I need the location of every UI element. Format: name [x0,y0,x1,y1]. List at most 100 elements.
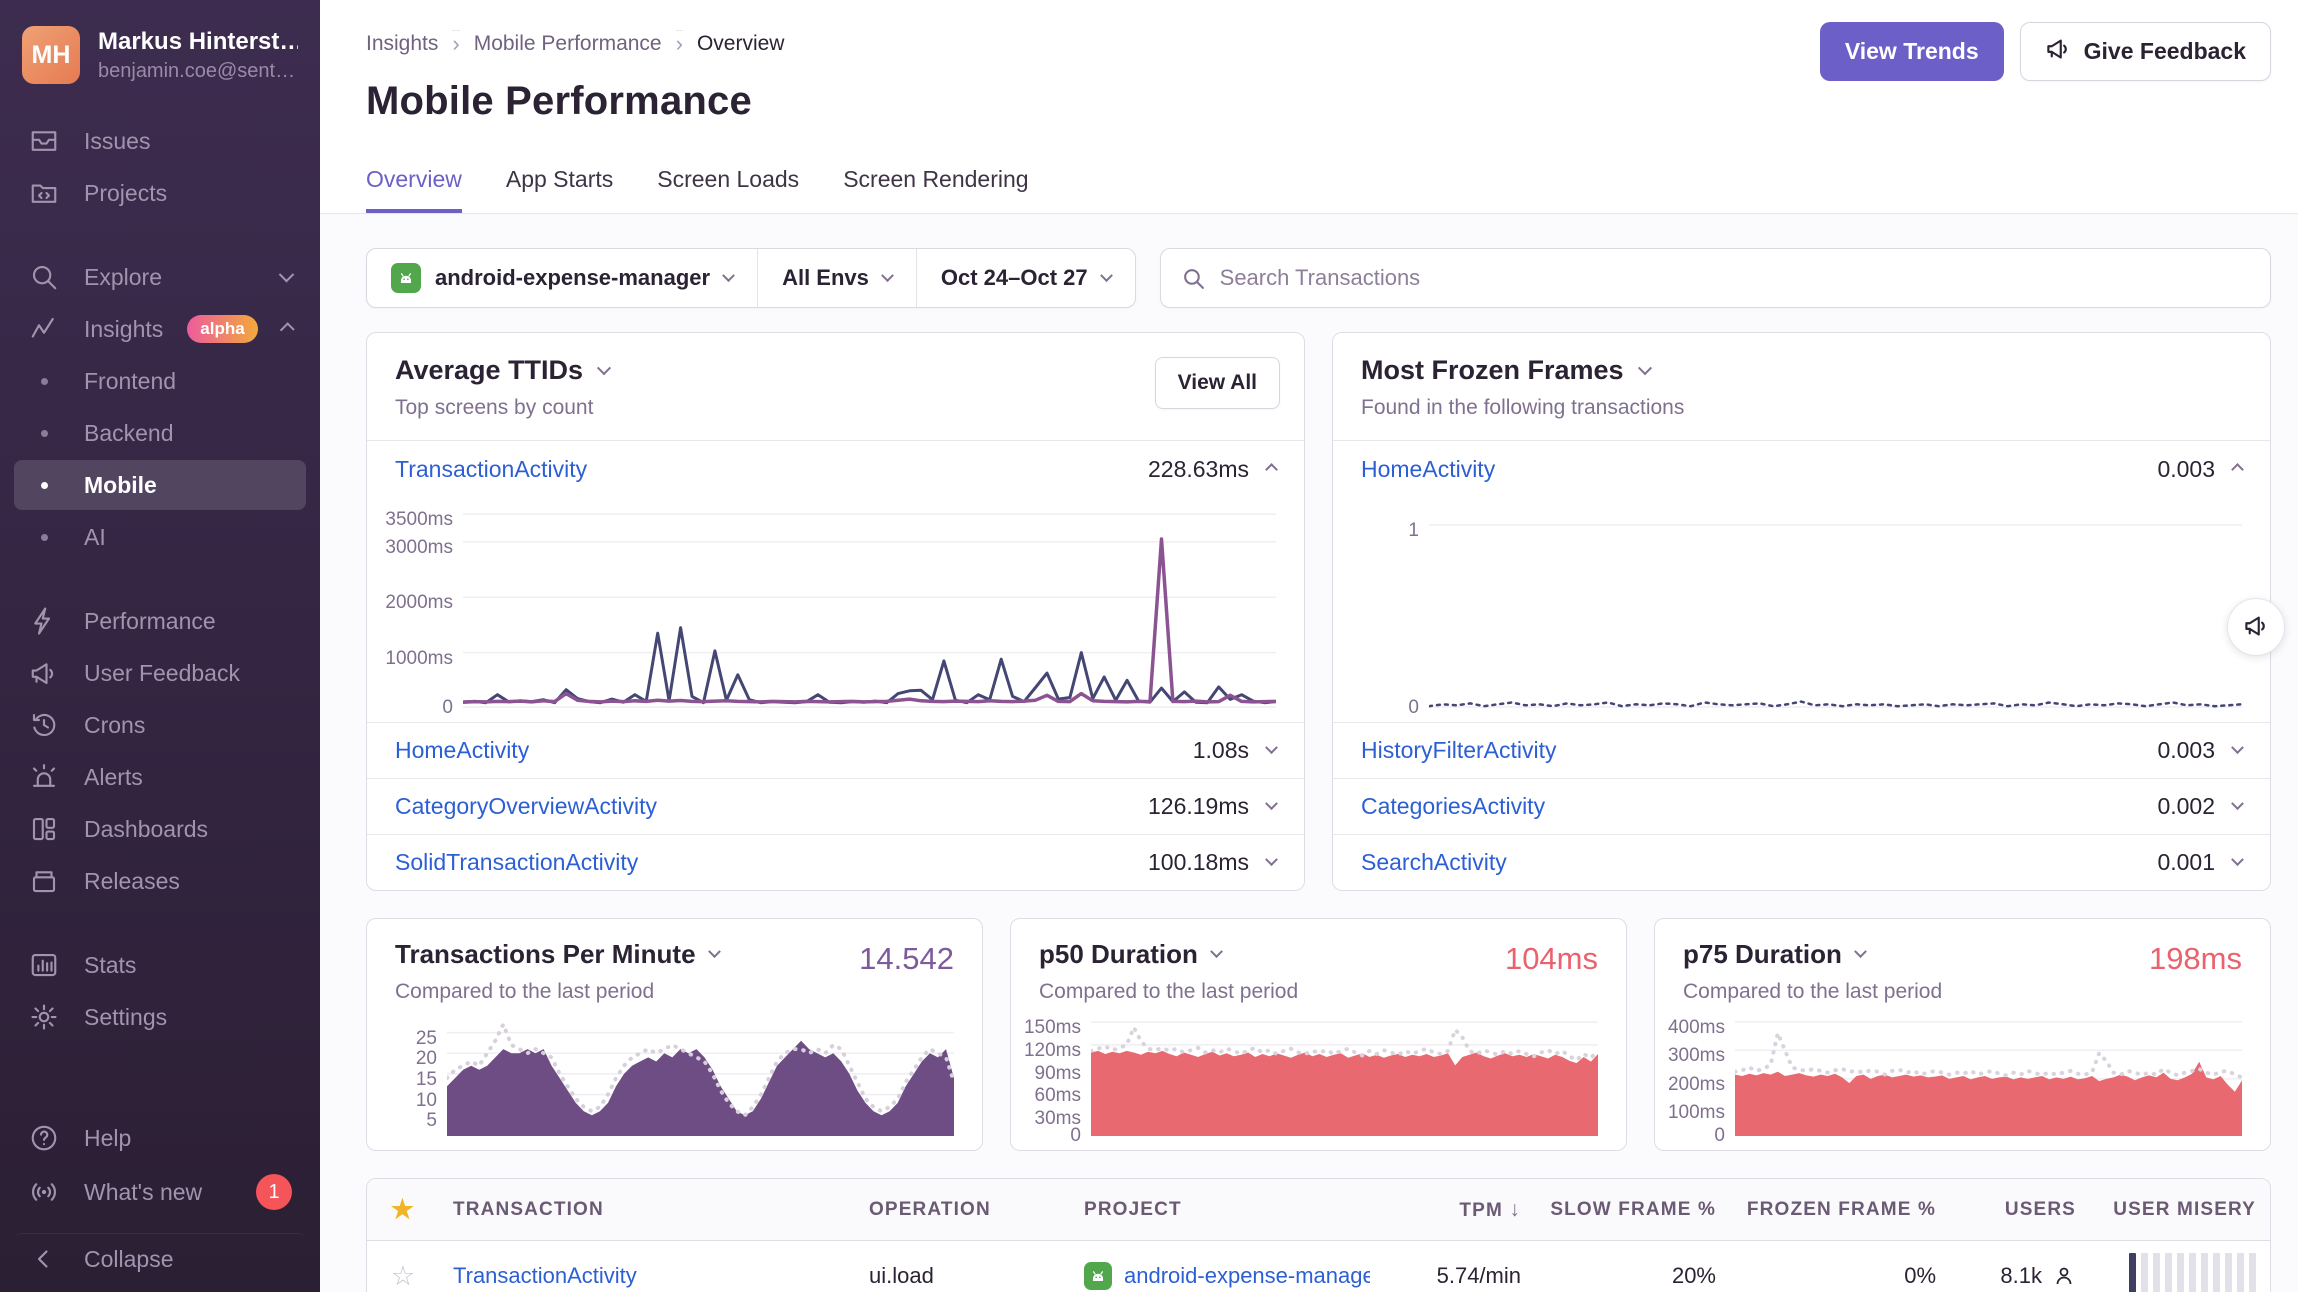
tab-screen-loads[interactable]: Screen Loads [657,166,799,213]
tab-overview[interactable]: Overview [366,166,462,213]
archive-icon [28,865,60,897]
chevron-down-icon[interactable] [1265,853,1278,866]
most-frozen-frames-title[interactable]: Most Frozen Frames [1361,355,2242,386]
alpha-badge: alpha [187,315,257,343]
p75-value: 198ms [2149,941,2242,977]
view-all-button[interactable]: View All [1155,357,1280,409]
star-outline-icon[interactable]: ☆ [367,1261,439,1292]
column-slow-frame[interactable]: SLOW FRAME % [1535,1199,1730,1221]
transaction-link[interactable]: TransactionActivity [453,1263,637,1288]
users-cell: 8.1k [1950,1263,2090,1289]
date-range-filter[interactable]: Oct 24–Oct 27 [916,249,1135,307]
sidebar-item-explore[interactable]: Explore [14,252,306,302]
sidebar: MH Markus Hinterst… benjamin.coe@sent… I… [0,0,320,1292]
table-header-row: ★ TRANSACTION OPERATION PROJECT TPM ↓ SL… [367,1179,2270,1241]
sidebar-item-mobile[interactable]: Mobile [14,460,306,510]
frozen-row-categories: CategoriesActivity0.002 [1333,778,2270,834]
sidebar-item-stats[interactable]: Stats [14,940,306,990]
chevron-down-icon[interactable] [1265,741,1278,754]
search-transactions-input[interactable] [1220,265,2250,291]
breadcrumb-insights[interactable]: Insights [366,32,438,56]
panel-title-label: Average TTIDs [395,355,583,386]
sidebar-item-ai[interactable]: AI [14,512,306,562]
column-transaction[interactable]: TRANSACTION [439,1199,855,1221]
chevron-down-icon[interactable] [2231,853,2244,866]
sidebar-footer: Help What's new1 Collapse [0,1111,320,1292]
tab-app-starts[interactable]: App Starts [506,166,613,213]
give-feedback-button[interactable]: Give Feedback [2020,22,2271,81]
chevron-down-icon [597,361,611,375]
sidebar-item-label: Issues [84,128,150,155]
transaction-link[interactable]: CategoriesActivity [1361,793,1545,820]
sidebar-collapse-button[interactable]: Collapse [14,1233,306,1284]
star-icon[interactable]: ★ [367,1194,439,1225]
chevron-down-icon[interactable] [1265,797,1278,810]
environment-filter[interactable]: All Envs [757,249,916,307]
sidebar-item-crons[interactable]: Crons [14,700,306,750]
chevron-down-icon[interactable] [2231,797,2244,810]
transaction-link[interactable]: SolidTransactionActivity [395,849,638,876]
sidebar-item-alerts[interactable]: Alerts [14,752,306,802]
column-user-misery[interactable]: USER MISERY [2090,1199,2270,1221]
column-users[interactable]: USERS [1950,1199,2090,1221]
sidebar-item-issues[interactable]: Issues [14,116,306,166]
project-filter-value: android-expense-manager [435,265,710,291]
column-project[interactable]: PROJECT [1070,1199,1370,1221]
transaction-link[interactable]: HomeActivity [395,737,529,764]
user-menu[interactable]: MH Markus Hinterst… benjamin.coe@sent… [0,0,320,114]
chevron-down-icon[interactable] [2231,741,2244,754]
project-filter[interactable]: android-expense-manager [367,249,757,307]
dashboards-icon [28,813,60,845]
whats-new-badge: 1 [256,1174,292,1210]
tab-screen-rendering[interactable]: Screen Rendering [843,166,1028,213]
p50-value: 104ms [1505,941,1598,977]
slow-frame-cell: 20% [1535,1263,1730,1289]
sidebar-item-dashboards[interactable]: Dashboards [14,804,306,854]
sidebar-item-insights[interactable]: Insights alpha [14,304,306,354]
sidebar-item-backend[interactable]: Backend [14,408,306,458]
megaphone-icon [2243,612,2270,642]
sidebar-item-user-feedback[interactable]: User Feedback [14,648,306,698]
transaction-link[interactable]: SearchActivity [1361,849,1507,876]
user-name: Markus Hinterst… [98,28,298,56]
panel-title-label: Transactions Per Minute [395,939,696,970]
sidebar-item-performance[interactable]: Performance [14,596,306,646]
breadcrumb-mobile-performance[interactable]: Mobile Performance [474,32,662,56]
panel-title-label: Most Frozen Frames [1361,355,1624,386]
sidebar-item-label: Mobile [84,472,157,499]
project-link[interactable]: android-expense-manager [1124,1263,1370,1289]
transaction-link[interactable]: TransactionActivity [395,456,587,483]
floating-feedback-button[interactable] [2227,598,2285,656]
sidebar-item-whats-new[interactable]: What's new1 [14,1165,306,1219]
sidebar-item-projects[interactable]: Projects [14,168,306,218]
column-frozen-frame[interactable]: FROZEN FRAME % [1730,1199,1950,1221]
chevron-up-icon[interactable] [1265,463,1278,476]
sidebar-item-help[interactable]: Help [14,1113,306,1163]
transaction-link[interactable]: HistoryFilterActivity [1361,737,1557,764]
chart-y-axis: 3500ms3000ms2000ms1000ms0 [377,503,463,708]
broadcast-icon [28,1176,60,1208]
bullet-icon [28,417,60,449]
average-ttids-title[interactable]: Average TTIDs [395,355,1276,386]
android-icon [391,263,421,293]
insights-icon [28,313,60,345]
column-tpm[interactable]: TPM ↓ [1370,1198,1535,1222]
average-ttids-subtitle: Top screens by count [395,396,1276,420]
column-operation[interactable]: OPERATION [855,1199,1070,1221]
most-frozen-frames-panel: Most Frozen Frames Found in the followin… [1332,332,2271,891]
frozen-frames-chart-svg [1429,503,2242,708]
operation-cell: ui.load [855,1263,1070,1289]
transaction-link[interactable]: HomeActivity [1361,456,1495,483]
column-tpm-label: TPM [1459,1200,1503,1221]
transaction-link[interactable]: CategoryOverviewActivity [395,793,657,820]
sidebar-item-frontend[interactable]: Frontend [14,356,306,406]
search-icon [28,261,60,293]
view-trends-button[interactable]: View Trends [1820,22,2004,81]
chevron-up-icon[interactable] [2231,463,2244,476]
sidebar-item-label: Insights [84,316,163,343]
sidebar-item-releases[interactable]: Releases [14,856,306,906]
ttid-value: 126.19ms [1148,793,1249,820]
megaphone-icon [2045,35,2072,68]
sidebar-item-label: Crons [84,712,145,739]
sidebar-item-settings[interactable]: Settings [14,992,306,1042]
